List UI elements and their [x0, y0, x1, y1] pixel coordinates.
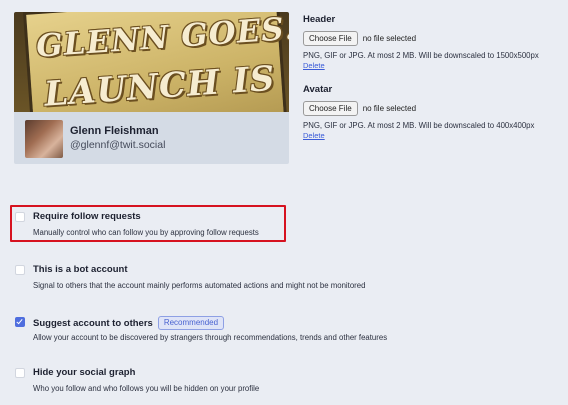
require-follow-checkbox[interactable]: [15, 212, 25, 222]
avatar-upload-section: Avatar Choose File no file selected PNG,…: [303, 84, 565, 141]
option-description: Manually control who can follow you by a…: [33, 228, 259, 237]
option-label: This is a bot account: [33, 264, 128, 275]
avatar-upload-title: Avatar: [303, 84, 333, 95]
header-file-status: no file selected: [362, 34, 417, 43]
option-label: Suggest account to others Recommended: [33, 316, 225, 330]
avatar-choose-file-button[interactable]: Choose File: [303, 101, 358, 116]
account-handle: @glennf@twit.social: [70, 139, 166, 151]
profile-preview-card: GLENN GOES! LAUNCH IS OK Glenn Fleishman…: [14, 12, 289, 164]
hide-graph-label: Hide your social graph: [33, 367, 136, 378]
header-upload-hint: PNG, GIF or JPG. At most 2 MB. Will be d…: [303, 51, 539, 60]
option-description: Signal to others that the account mainly…: [33, 281, 366, 290]
suggest-account-checkbox[interactable]: [15, 317, 25, 327]
option-description: Allow your account to be discovered by s…: [33, 333, 388, 342]
avatar-file-row: Choose File no file selected: [303, 101, 565, 116]
suggest-account-label: Suggest account to others: [33, 317, 153, 329]
bot-account-label: This is a bot account: [33, 264, 128, 275]
option-description: Who you follow and who follows you will …: [33, 384, 260, 393]
header-file-row: Choose File no file selected: [303, 31, 565, 46]
hide-graph-checkbox[interactable]: [15, 368, 25, 378]
header-choose-file-button[interactable]: Choose File: [303, 31, 358, 46]
option-label: Hide your social graph: [33, 367, 135, 378]
require-follow-label: Require follow requests: [33, 211, 141, 222]
option-label: Require follow requests: [33, 211, 141, 222]
avatar-upload-hint: PNG, GIF or JPG. At most 2 MB. Will be d…: [303, 121, 535, 130]
header-banner-image: GLENN GOES! LAUNCH IS OK: [14, 12, 289, 112]
avatar-file-status: no file selected: [362, 104, 417, 113]
avatar: [25, 120, 63, 158]
header-delete-link[interactable]: Delete: [303, 61, 565, 71]
recommended-badge: Recommended: [157, 316, 225, 330]
header-upload-section: Header Choose File no file selected PNG,…: [303, 14, 565, 71]
display-name: Glenn Fleishman: [70, 125, 159, 137]
bot-account-checkbox[interactable]: [15, 265, 25, 275]
header-upload-title: Header: [303, 14, 336, 25]
avatar-delete-link[interactable]: Delete: [303, 131, 565, 141]
